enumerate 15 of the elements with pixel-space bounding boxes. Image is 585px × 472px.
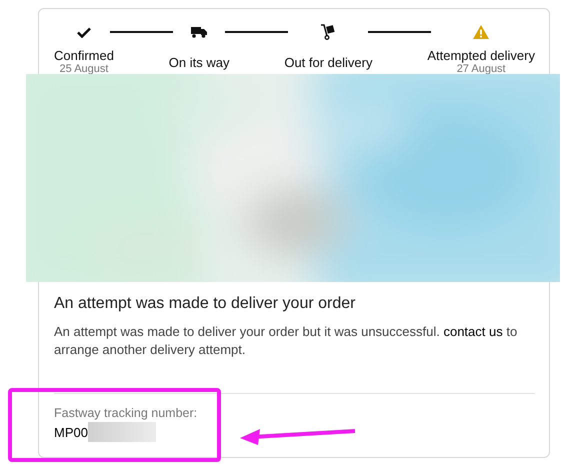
message-text: An attempt was made to deliver your order but it was unsuccessful. contact us to arrange another delivery attempt. [54,323,518,359]
step-label: On its way [168,54,230,70]
step-date: 25 August [60,63,108,76]
step-label: Attempted delivery [427,48,535,63]
tracking-number: MP00 [54,424,88,440]
message-heading: An attempt was made to deliver your order [54,295,356,313]
step-date: 27 August [456,63,506,76]
hand-truck-icon [320,24,336,40]
contact-link[interactable]: contact us [443,324,503,339]
step-label: Confirmed [54,48,114,63]
tracking-label: Fastway tracking number: [54,406,198,420]
warning-icon [473,25,490,39]
truck-icon [191,26,208,38]
check-icon [76,26,91,38]
step-label: Out for delivery [284,54,372,70]
